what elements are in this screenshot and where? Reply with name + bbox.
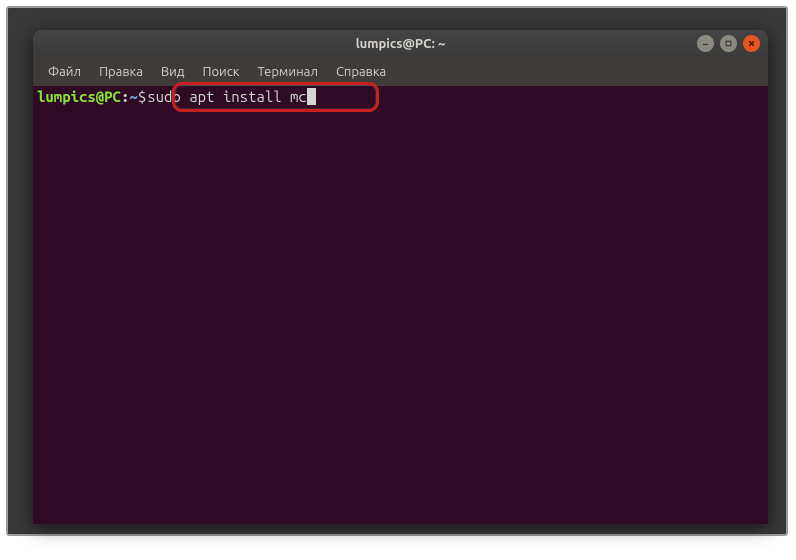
window-title: lumpics@PC: ~ xyxy=(356,37,446,51)
menu-view[interactable]: Вид xyxy=(152,61,194,83)
prompt-line: lumpics@PC:~$ sudo apt install mc xyxy=(33,86,768,107)
menu-edit[interactable]: Правка xyxy=(90,61,152,83)
prompt-user: lumpics@PC xyxy=(37,87,121,107)
menu-search[interactable]: Поиск xyxy=(193,61,248,83)
window-controls xyxy=(697,35,760,52)
command-text: sudo apt install mc xyxy=(147,88,307,105)
minimize-icon xyxy=(701,39,710,48)
screenshot-frame: lumpics@PC: ~ Файл Правка Вид Поиск Терм… xyxy=(6,6,788,536)
menubar: Файл Правка Вид Поиск Терминал Справка xyxy=(33,58,768,86)
command-wrap: sudo apt install mc xyxy=(147,87,316,107)
cursor-block xyxy=(307,88,316,105)
menu-file[interactable]: Файл xyxy=(39,61,90,83)
maximize-icon xyxy=(724,39,733,48)
menu-help[interactable]: Справка xyxy=(327,61,395,83)
terminal-window: lumpics@PC: ~ Файл Правка Вид Поиск Терм… xyxy=(33,30,768,524)
prompt-colon: : xyxy=(121,87,129,107)
close-button[interactable] xyxy=(743,35,760,52)
close-icon xyxy=(747,39,756,48)
minimize-button[interactable] xyxy=(697,35,714,52)
prompt-dollar: $ xyxy=(138,87,146,107)
menu-terminal[interactable]: Терминал xyxy=(248,61,326,83)
maximize-button[interactable] xyxy=(720,35,737,52)
terminal-area[interactable]: lumpics@PC:~$ sudo apt install mc xyxy=(33,86,768,524)
prompt-path: ~ xyxy=(129,87,137,107)
titlebar[interactable]: lumpics@PC: ~ xyxy=(33,30,768,58)
